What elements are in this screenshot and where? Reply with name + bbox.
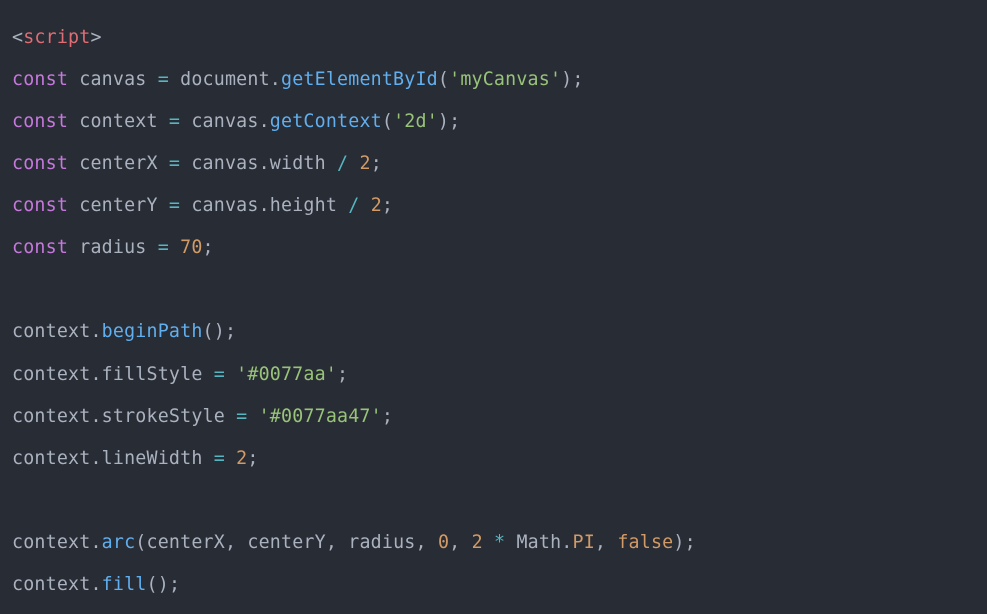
- code-line: const radius = 70;: [12, 237, 975, 258]
- code-line: context.beginPath();: [12, 321, 975, 342]
- angle-bracket: <: [12, 27, 23, 48]
- function-call: getElementById: [281, 69, 438, 90]
- code-line: context.fillStyle = '#0077aa';: [12, 364, 975, 385]
- code-line: <script>: [12, 27, 975, 48]
- code-line: const canvas = document.getElementById('…: [12, 69, 975, 90]
- code-line: context.fill();: [12, 574, 975, 595]
- code-line: context.lineWidth = 2;: [12, 448, 975, 469]
- tag-name: script: [23, 27, 90, 48]
- blank-line: [12, 490, 975, 511]
- code-line: const centerX = canvas.width / 2;: [12, 153, 975, 174]
- code-line: context.arc(centerX, centerY, radius, 0,…: [12, 532, 975, 553]
- angle-bracket: >: [90, 27, 101, 48]
- code-line: context.strokeStyle = '#0077aa47';: [12, 406, 975, 427]
- keyword: const: [12, 69, 68, 90]
- string-literal: 'myCanvas': [449, 69, 561, 90]
- code-line: const context = canvas.getContext('2d');: [12, 111, 975, 132]
- code-line: const centerY = canvas.height / 2;: [12, 195, 975, 216]
- blank-line: [12, 279, 975, 300]
- code-editor: <script> const canvas = document.getElem…: [0, 0, 987, 614]
- identifier: canvas: [79, 69, 146, 90]
